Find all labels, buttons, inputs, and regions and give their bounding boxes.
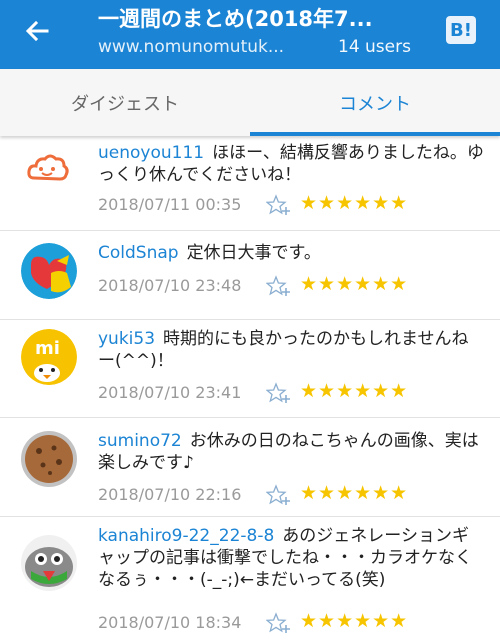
page-url[interactable]: www.nomunomutuk... [98, 37, 313, 57]
star-rating: ★★★★★★ [300, 482, 409, 504]
back-arrow-icon [25, 20, 49, 42]
comment-username[interactable]: sumino72 [98, 431, 182, 451]
comment-date: 2018/07/10 23:41 [98, 383, 242, 402]
tab-bar: ダイジェスト コメント [0, 69, 500, 136]
comment-list[interactable]: uenoyou111 ほほー、結構反響ありましたね。ゆっくり休んでくださいね！ 2… [0, 136, 500, 640]
comment-username[interactable]: yuki53 [98, 329, 155, 349]
star-rating: ★★★★★★ [300, 610, 409, 632]
mi-duck-icon: mi [21, 329, 77, 385]
comment-date: 2018/07/10 22:16 [98, 485, 242, 504]
comment-date: 2018/07/10 18:34 [98, 613, 242, 632]
comment-item[interactable]: sumino72 お休みの日のねこちゃんの画像、実は楽しみです♪ 2018/07/… [0, 418, 500, 517]
star-rating: ★★★★★★ [300, 380, 409, 402]
comment-text: uenoyou111 ほほー、結構反響ありましたね。ゆっくり休んでくださいね！ [98, 142, 484, 186]
top-app-bar: 一週間のまとめ(2018年7... www.nomunomutuk... 14 … [0, 0, 500, 69]
comment-item[interactable]: kanahiro9-22_22-8-8 あのジェネレーションギャップの記事は衝撃で… [0, 517, 500, 640]
cloud-face-icon [20, 142, 74, 196]
comment-body: 定休日大事です。 [186, 243, 321, 263]
add-star-icon[interactable] [266, 275, 292, 297]
avatar[interactable] [21, 431, 77, 487]
comment-date: 2018/07/11 00:35 [98, 195, 242, 214]
add-star-icon[interactable] [266, 194, 292, 216]
comment-item[interactable]: ColdSnap 定休日大事です。 2018/07/10 23:48 ★★★★★★ [0, 231, 500, 320]
green-character-icon [21, 535, 77, 591]
comment-text: kanahiro9-22_22-8-8 あのジェネレーションギャップの記事は衝撃で… [98, 525, 484, 591]
tab-digest[interactable]: ダイジェスト [0, 69, 250, 136]
comment-date: 2018/07/10 23:48 [98, 276, 242, 295]
avatar[interactable] [21, 535, 77, 591]
avatar[interactable]: mi [21, 329, 77, 385]
svg-text:mi: mi [35, 338, 60, 359]
add-star-icon[interactable] [266, 484, 292, 506]
add-star-icon[interactable] [266, 382, 292, 404]
hatena-bookmark-button[interactable]: B! [446, 16, 476, 44]
page-title: 一週間のまとめ(2018年7... [98, 7, 373, 31]
comment-text: sumino72 お休みの日のねこちゃんの画像、実は楽しみです♪ [98, 430, 484, 474]
heart-globe-icon [21, 243, 77, 299]
avatar[interactable] [21, 243, 77, 299]
user-count: 14 users [338, 37, 411, 57]
cookie-icon [21, 431, 77, 487]
back-button[interactable] [20, 14, 54, 48]
star-rating: ★★★★★★ [300, 273, 409, 295]
comment-username[interactable]: kanahiro9-22_22-8-8 [98, 526, 274, 546]
tab-comments[interactable]: コメント [250, 69, 500, 136]
comment-username[interactable]: uenoyou111 [98, 143, 204, 163]
comment-text: yuki53 時期的にも良かったのかもしれませんねー(^^)！ [98, 328, 484, 372]
add-star-icon[interactable] [266, 612, 292, 634]
app-screen: 一週間のまとめ(2018年7... www.nomunomutuk... 14 … [0, 0, 500, 640]
comment-item[interactable]: mi yuki53 時期的にも良かったのかもしれませんねー(^^)！ 2018/0… [0, 320, 500, 418]
comment-text: ColdSnap 定休日大事です。 [98, 242, 484, 264]
comment-username[interactable]: ColdSnap [98, 243, 179, 263]
star-rating: ★★★★★★ [300, 192, 409, 214]
active-tab-indicator [250, 132, 500, 136]
comment-item[interactable]: uenoyou111 ほほー、結構反響ありましたね。ゆっくり休んでくださいね！ 2… [0, 136, 500, 231]
avatar[interactable] [20, 142, 74, 196]
